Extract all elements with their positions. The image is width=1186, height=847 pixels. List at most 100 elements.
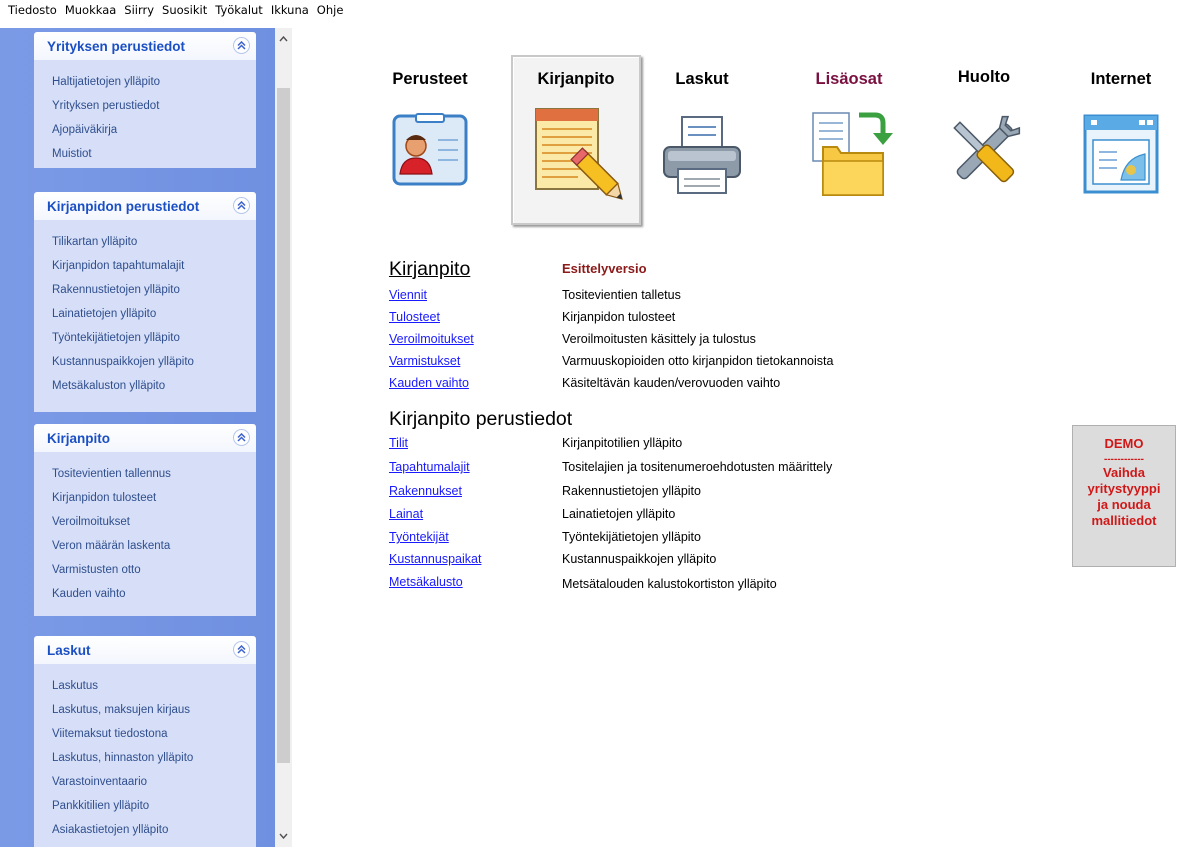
link-tyontekijat[interactable]: Työntekijät — [389, 526, 449, 548]
panel-title: Kirjanpidon perustiedot — [47, 198, 200, 214]
panel-title: Kirjanpito — [47, 430, 110, 446]
desc-tyontekijat: Työntekijätietojen ylläpito — [562, 530, 701, 544]
sidebar-link[interactable]: Yrityksen perustiedot — [52, 94, 256, 118]
desc-rakennukset: Rakennustietojen ylläpito — [562, 484, 701, 498]
link-varmistukset[interactable]: Varmistukset — [389, 350, 460, 372]
sidebar-link[interactable]: Laskutus — [52, 674, 256, 698]
tab-perusteet[interactable]: Perusteet — [365, 55, 495, 225]
sidebar-link[interactable]: Varmistusten otto — [52, 558, 256, 582]
sidebar-link[interactable]: Laskutus, maksujen kirjaus — [52, 698, 256, 722]
sidebar-link[interactable]: Veron määrän laskenta — [52, 534, 256, 558]
sidebar: Yrityksen perustiedot Haltijatietojen yl… — [0, 28, 275, 847]
panel-kirjanpidon-perustiedot: Kirjanpidon perustiedot Tilikartan ylläp… — [34, 192, 256, 412]
tab-label: Lisäosat — [815, 70, 883, 88]
link-tulosteet[interactable]: Tulosteet — [389, 306, 440, 328]
collapse-icon[interactable] — [233, 641, 250, 658]
sidebar-link[interactable]: Asiakastietojen ylläpito — [52, 818, 256, 842]
sidebar-link[interactable]: Laskutus, hinnaston ylläpito — [52, 746, 256, 770]
desc-tapahtumalajit: Tositelajien ja tositenumeroehdotusten m… — [562, 460, 833, 474]
sidebar-link[interactable]: Metsäkaluston ylläpito — [52, 374, 256, 398]
menu-suosikit[interactable]: Suosikit — [158, 0, 211, 20]
tab-label: Laskut — [675, 70, 729, 88]
panel-body: Haltijatietojen ylläpito Yrityksen perus… — [34, 60, 256, 168]
link-tilit[interactable]: Tilit — [389, 432, 408, 454]
scroll-down-icon[interactable] — [275, 825, 292, 847]
sidebar-link[interactable]: Kustannuspaikkojen ylläpito — [52, 350, 256, 374]
panel-header[interactable]: Yrityksen perustiedot — [34, 32, 256, 60]
sidebar-link[interactable]: Varastoinventaario — [52, 770, 256, 794]
menu-muokkaa[interactable]: Muokkaa — [61, 0, 120, 20]
tab-kirjanpito[interactable]: Kirjanpito — [511, 55, 641, 225]
tab-label: Internet — [1090, 70, 1152, 88]
sidebar-scrollbar[interactable] — [275, 28, 292, 847]
tab-label: Huolto — [957, 68, 1011, 86]
link-tapahtumalajit[interactable]: Tapahtumalajit — [389, 456, 470, 478]
link-viennit[interactable]: Viennit — [389, 284, 427, 306]
panel-kirjanpito: Kirjanpito Tositevientien tallennus Kirj… — [34, 424, 256, 616]
menu-tyokalut[interactable]: Työkalut — [211, 0, 267, 20]
section-title-perustiedot: Kirjanpito perustiedot — [389, 408, 573, 430]
panel-title: Laskut — [47, 642, 91, 658]
panel-title: Yrityksen perustiedot — [47, 38, 186, 54]
menu-ikkuna[interactable]: Ikkuna — [267, 0, 313, 20]
menu-siirry[interactable]: Siirry — [120, 0, 158, 20]
tab-laskut[interactable]: Laskut — [637, 55, 767, 225]
panel-header[interactable]: Kirjanpidon perustiedot — [34, 192, 256, 220]
sidebar-link[interactable]: Viitemaksut tiedostona — [52, 722, 256, 746]
desc-viennit: Tositevientien talletus — [562, 288, 681, 302]
sidebar-link[interactable]: Pankkitilien ylläpito — [52, 794, 256, 818]
link-kustannuspaikat[interactable]: Kustannuspaikat — [389, 548, 481, 570]
link-rakennukset[interactable]: Rakennukset — [389, 480, 462, 502]
desc-kustannuspaikat: Kustannuspaikkojen ylläpito — [562, 552, 717, 566]
sidebar-link[interactable]: Tilikartan ylläpito — [52, 230, 256, 254]
panel-header[interactable]: Kirjanpito — [34, 424, 256, 452]
tools-icon — [953, 115, 1021, 183]
demo-title: DEMO — [1104, 436, 1144, 451]
sidebar-link[interactable]: Ajopäiväkirja — [52, 118, 256, 142]
collapse-icon[interactable] — [233, 37, 250, 54]
tab-label: Kirjanpito — [537, 70, 615, 88]
sidebar-link[interactable]: Kauden vaihto — [52, 582, 256, 606]
desc-metsakalusto: Metsätalouden kalustokortiston ylläpito — [562, 577, 777, 591]
link-kauden-vaihto[interactable]: Kauden vaihto — [389, 372, 469, 394]
panel-header[interactable]: Laskut — [34, 636, 256, 664]
link-lainat[interactable]: Lainat — [389, 503, 423, 525]
tab-internet[interactable]: Internet — [1056, 55, 1186, 225]
browser-window-icon — [1083, 114, 1159, 194]
sidebar-link[interactable]: Veroilmoitukset — [52, 510, 256, 534]
demo-line: Vaihda — [1103, 465, 1145, 480]
menu-ohje[interactable]: Ohje — [313, 0, 348, 20]
person-card-icon — [392, 113, 468, 186]
demo-line: yritystyyppi — [1087, 481, 1161, 496]
panel-body: Tositevientien tallennus Kirjanpidon tul… — [34, 452, 256, 616]
sidebar-link[interactable]: Kirjanpidon tapahtumalajit — [52, 254, 256, 278]
demo-line: mallitiedot — [1091, 513, 1157, 528]
sidebar-link[interactable]: Työntekijätietojen ylläpito — [52, 326, 256, 350]
menu-tiedosto[interactable]: Tiedosto — [4, 0, 61, 20]
sidebar-link[interactable]: Kirjanpidon tulosteet — [52, 486, 256, 510]
tab-lisaosat[interactable]: Lisäosat — [784, 55, 914, 225]
demo-change-company-button[interactable]: DEMO ------------ Vaihda yritystyyppi ja… — [1072, 425, 1176, 567]
link-metsakalusto[interactable]: Metsäkalusto — [389, 571, 463, 593]
collapse-icon[interactable] — [233, 429, 250, 446]
scroll-thumb[interactable] — [277, 88, 290, 763]
panel-yrityksen-perustiedot: Yrityksen perustiedot Haltijatietojen yl… — [34, 32, 256, 168]
panel-body: Laskutus Laskutus, maksujen kirjaus Viit… — [34, 664, 256, 847]
sidebar-link[interactable]: Lainatietojen ylläpito — [52, 302, 256, 326]
desc-veroilmoitukset: Veroilmoitusten käsittely ja tulostus — [562, 332, 756, 346]
desc-varmistukset: Varmuuskopioiden otto kirjanpidon tietok… — [562, 354, 834, 368]
sidebar-link[interactable]: Tositevientien tallennus — [52, 462, 256, 486]
tab-huolto[interactable]: Huolto — [919, 55, 1049, 225]
demo-divider: ------------ — [1104, 454, 1144, 465]
link-veroilmoitukset[interactable]: Veroilmoitukset — [389, 328, 474, 350]
sidebar-link[interactable]: Muistiot — [52, 142, 256, 166]
desc-tulosteet: Kirjanpidon tulosteet — [562, 310, 676, 324]
collapse-icon[interactable] — [233, 197, 250, 214]
scroll-up-icon[interactable] — [275, 28, 292, 50]
desc-tilit: Kirjanpitotilien ylläpito — [562, 436, 683, 450]
desc-kauden-vaihto: Käsiteltävän kauden/verovuoden vaihto — [562, 376, 781, 390]
menu-bar: Tiedosto Muokkaa Siirry Suosikit Työkalu… — [0, 0, 1186, 20]
demo-version-badge: Esittelyversio — [562, 261, 647, 276]
sidebar-link[interactable]: Haltijatietojen ylläpito — [52, 70, 256, 94]
sidebar-link[interactable]: Rakennustietojen ylläpito — [52, 278, 256, 302]
